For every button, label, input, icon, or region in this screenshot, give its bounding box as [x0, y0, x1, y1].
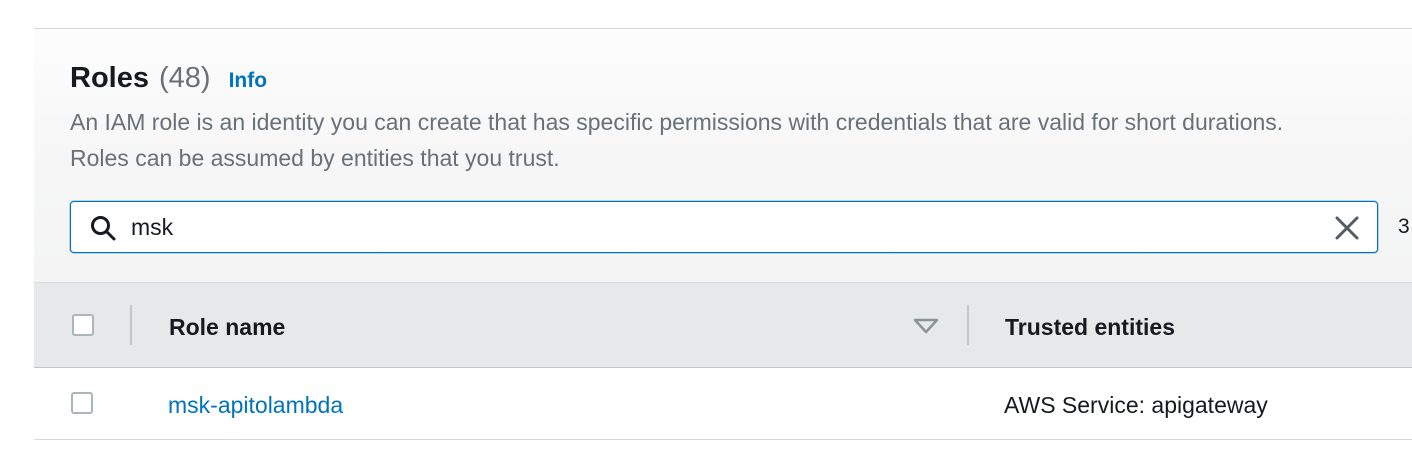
search-field[interactable] — [70, 201, 1378, 253]
info-link[interactable]: Info — [229, 69, 267, 93]
search-icon — [91, 216, 116, 241]
column-divider — [967, 305, 969, 345]
column-divider — [130, 305, 132, 345]
description-line-1: An IAM role is an identity you can creat… — [70, 109, 1284, 135]
search-input[interactable] — [131, 210, 1311, 244]
roles-count: (48) — [158, 62, 211, 94]
trusted-entities-cell: AWS Service: apigateway — [1004, 392, 1268, 418]
column-header-role-name[interactable]: Role name — [169, 314, 285, 341]
search-match-count: 3 — [1398, 215, 1410, 238]
column-header-trusted-entities[interactable]: Trusted entities — [1005, 314, 1175, 341]
select-all-checkbox[interactable] — [72, 314, 94, 336]
description-line-2: Roles can be assumed by entities that yo… — [70, 145, 560, 171]
role-name-link[interactable]: msk-apitolambda — [168, 392, 343, 419]
roles-heading: Roles (48) Info — [70, 62, 267, 95]
table-header: Role name Trusted entities — [34, 282, 1412, 368]
close-icon[interactable] — [1333, 214, 1361, 242]
roles-description: An IAM role is an identity you can creat… — [70, 104, 1412, 176]
sort-down-icon[interactable] — [913, 318, 939, 334]
table-row: msk-apitolambda AWS Service: apigateway — [34, 368, 1412, 440]
page-title: Roles — [70, 62, 149, 94]
row-checkbox[interactable] — [71, 392, 93, 414]
